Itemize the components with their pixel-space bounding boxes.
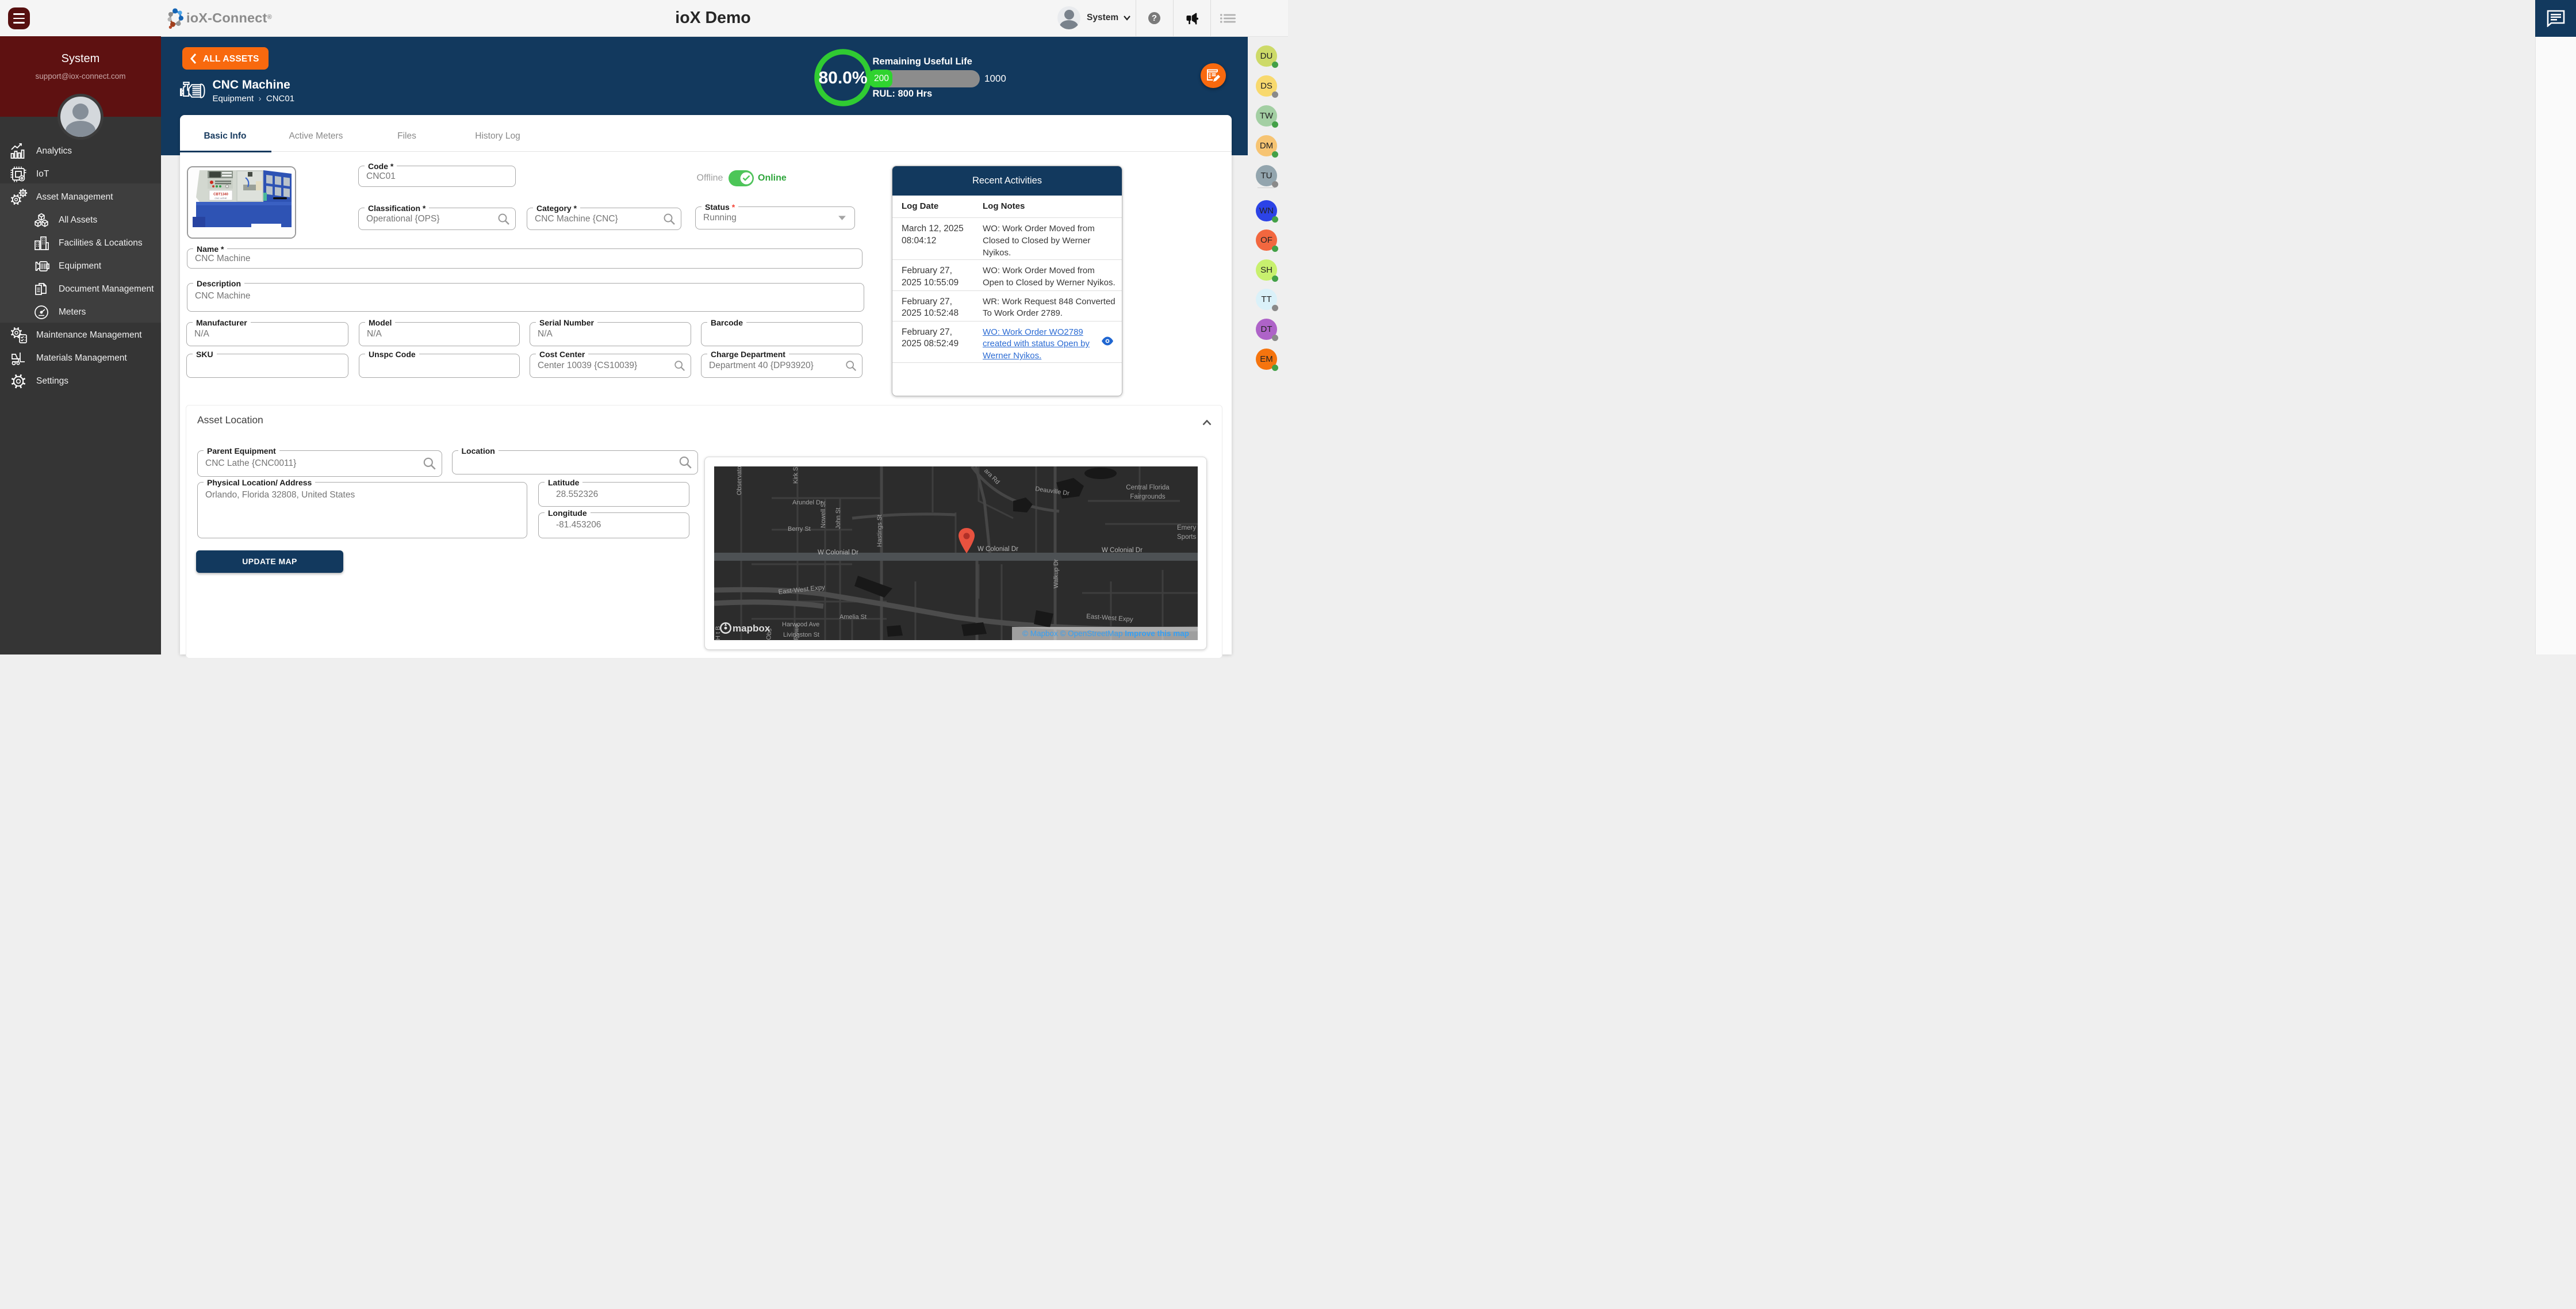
svg-text:Walkup Dr: Walkup Dr: [1053, 559, 1060, 588]
svg-text:Fairgrounds: Fairgrounds: [1130, 493, 1166, 500]
svg-text:Emery F: Emery F: [1177, 525, 1198, 531]
svg-text:CBT1340: CBT1340: [213, 193, 228, 197]
svg-text:Harwood Ave: Harwood Ave: [782, 621, 819, 628]
svg-text:Sports C: Sports C: [1177, 534, 1198, 541]
svg-text:Arundel Dr: Arundel Dr: [792, 499, 823, 506]
svg-text:Central Florida: Central Florida: [1126, 484, 1170, 491]
svg-text:Observato: Observato: [736, 466, 743, 495]
svg-text:Amelia St: Amelia St: [839, 614, 867, 621]
svg-text:Berry St: Berry St: [788, 526, 811, 533]
svg-text:mapbox: mapbox: [733, 623, 770, 634]
svg-text:80.0%: 80.0%: [818, 68, 867, 87]
svg-text:John St: John St: [835, 508, 842, 529]
svg-text:Kirk St: Kirk St: [792, 466, 799, 484]
svg-text:W Colonial Dr: W Colonial Dr: [1102, 547, 1143, 554]
svg-text:Nowell St: Nowell St: [820, 502, 827, 528]
svg-text:W Colonial Dr: W Colonial Dr: [818, 549, 858, 556]
svg-text:© Mapbox © OpenStreetMap Impro: © Mapbox © OpenStreetMap Improve this ma…: [1022, 629, 1189, 638]
svg-text:Hastings St: Hastings St: [876, 515, 883, 547]
svg-text:W Colonial Dr: W Colonial Dr: [977, 546, 1018, 553]
svg-text:Livingston St: Livingston St: [783, 631, 819, 638]
svg-text:CNC LATHE: CNC LATHE: [214, 197, 227, 200]
svg-text:Powe: Powe: [793, 624, 800, 640]
